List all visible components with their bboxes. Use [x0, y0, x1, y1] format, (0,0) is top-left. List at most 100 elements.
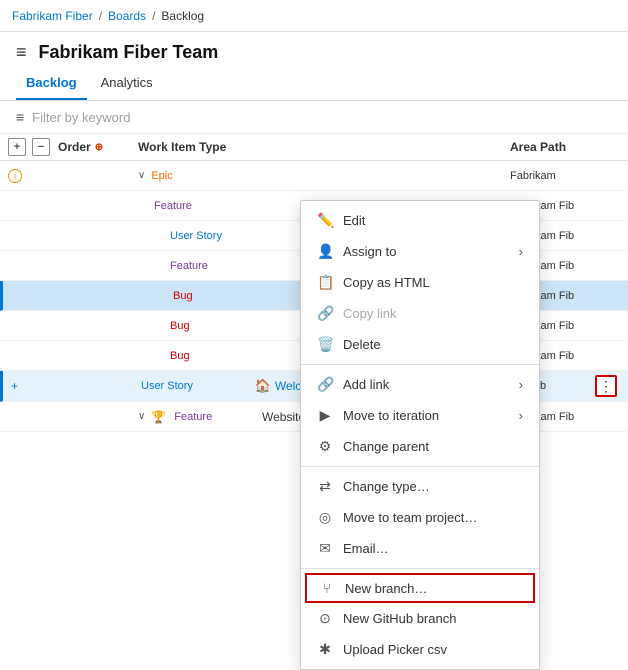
menu-label-copy-html: Copy as HTML — [343, 275, 430, 290]
wit-type-label: User Story — [141, 380, 193, 392]
row-wit-4: Feature — [170, 260, 283, 272]
menu-item-delete[interactable]: 🗑️ Delete — [301, 329, 539, 360]
context-menu-button[interactable]: ⋮ — [595, 375, 617, 397]
menu-item-change-type[interactable]: ⇄ Change type… — [301, 471, 539, 502]
edit-icon: ✏️ — [317, 212, 333, 229]
wit-type-label: User Story — [170, 230, 222, 242]
page-title: Fabrikam Fiber Team — [39, 42, 219, 63]
menu-label-copy-link: Copy link — [343, 306, 396, 321]
menu-item-change-parent[interactable]: ⚙ Change parent — [301, 431, 539, 462]
move-project-icon: ◎ — [317, 509, 333, 526]
trophy-icon: 🏆 — [151, 410, 166, 424]
order-info-icon: ⊕ — [95, 142, 103, 153]
row-area-1: Fabrikam — [510, 170, 620, 182]
wit-type-label: Feature — [154, 200, 192, 212]
filter-placeholder: Filter by keyword — [32, 110, 130, 125]
col-header-area: Area Path — [510, 140, 620, 154]
menu-label-add-link: Add link — [343, 377, 389, 392]
menu-divider-3 — [301, 568, 539, 569]
wit-type-label: Bug — [170, 350, 190, 362]
remove-row-button[interactable]: − — [32, 138, 50, 156]
menu-item-edit[interactable]: ✏️ Edit — [301, 205, 539, 236]
tab-bar: Backlog Analytics — [0, 69, 628, 101]
context-menu: ✏️ Edit 👤 Assign to › 📋 Copy as HTML 🔗 C… — [300, 200, 540, 670]
row-wit-9: ∨ 🏆 Feature — [138, 410, 262, 424]
wit-type-label: Feature — [170, 260, 208, 272]
menu-label-new-github: New GitHub branch — [343, 611, 456, 626]
title-icon: 🏠 — [255, 378, 271, 394]
menu-label-move-iteration: Move to iteration — [343, 408, 439, 423]
add-link-icon: 🔗 — [317, 376, 333, 393]
breadcrumb-sep1: / — [99, 9, 102, 23]
menu-item-new-branch[interactable]: ⑂ New branch… — [305, 573, 535, 603]
wit-type-label: Bug — [173, 290, 193, 302]
tab-backlog[interactable]: Backlog — [16, 69, 87, 100]
arrow-icon: › — [519, 408, 523, 423]
menu-label-delete: Delete — [343, 337, 381, 352]
table-row: i ∨ Epic Fabrikam — [0, 161, 628, 191]
filter-bar: ≡ Filter by keyword — [0, 101, 628, 134]
menu-label-change-type: Change type… — [343, 479, 430, 494]
wit-type-label: Epic — [151, 170, 172, 182]
menu-label-change-parent: Change parent — [343, 439, 429, 454]
menu-item-new-github[interactable]: ⊙ New GitHub branch — [301, 603, 539, 634]
table-header: + − Order ⊕ Work Item Type Area Path — [0, 134, 628, 161]
menu-label-email: Email… — [343, 541, 389, 556]
menu-divider-1 — [301, 364, 539, 365]
chevron-icon[interactable]: ∨ — [138, 411, 145, 422]
menu-item-move-project[interactable]: ◎ Move to team project… — [301, 502, 539, 533]
wit-type-label: Feature — [174, 411, 212, 423]
row-wit-7: Bug — [170, 350, 283, 362]
row-expand-1: i — [8, 169, 58, 183]
email-icon: ✉ — [317, 540, 333, 557]
menu-item-copy-html[interactable]: 📋 Copy as HTML — [301, 267, 539, 298]
wit-type-label: Bug — [170, 320, 190, 332]
menu-label-new-branch: New branch… — [345, 581, 427, 596]
page-header: ≡ Fabrikam Fiber Team — [0, 32, 628, 69]
github-icon: ⊙ — [317, 610, 333, 627]
arrow-icon: › — [519, 244, 523, 259]
add-row-button[interactable]: + — [8, 138, 26, 156]
row-wit-2: Feature — [154, 200, 273, 212]
menu-label-upload-picker: Upload Picker csv — [343, 642, 447, 657]
branch-icon: ⑂ — [319, 580, 335, 596]
menu-label-move-project: Move to team project… — [343, 510, 477, 525]
col-header-wit: Work Item Type — [138, 140, 262, 154]
breadcrumb-current: Backlog — [161, 9, 204, 23]
row-wit-5: Bug — [173, 290, 285, 302]
menu-item-email[interactable]: ✉ Email… — [301, 533, 539, 564]
menu-label-assign: Assign to — [343, 244, 396, 259]
col-header-expand: + − — [8, 138, 58, 156]
row-wit-3: User Story — [170, 230, 283, 242]
change-parent-icon: ⚙ — [317, 438, 333, 455]
change-type-icon: ⇄ — [317, 478, 333, 495]
link-icon: 🔗 — [317, 305, 333, 322]
copy-icon: 📋 — [317, 274, 333, 291]
menu-item-add-link[interactable]: 🔗 Add link › — [301, 369, 539, 400]
info-icon: i — [8, 169, 22, 183]
col-header-order: Order ⊕ — [58, 140, 138, 154]
menu-item-upload-picker[interactable]: ✱ Upload Picker csv — [301, 634, 539, 665]
menu-item-move-iteration[interactable]: ▶ Move to iteration › — [301, 400, 539, 431]
menu-item-copy-link: 🔗 Copy link — [301, 298, 539, 329]
breadcrumb-boards[interactable]: Boards — [108, 9, 146, 23]
filter-icon: ≡ — [16, 109, 24, 125]
trash-icon: 🗑️ — [317, 336, 333, 353]
row-actions-8: ⋮ — [592, 375, 620, 397]
add-child-button[interactable]: + — [11, 379, 18, 393]
move-icon: ▶ — [317, 407, 333, 424]
person-icon: 👤 — [317, 243, 333, 260]
arrow-icon: › — [519, 377, 523, 392]
row-wit-6: Bug — [170, 320, 283, 332]
hamburger-menu-icon[interactable]: ≡ — [16, 42, 27, 63]
row-wit-1: ∨ Epic — [138, 170, 262, 182]
menu-item-assign-to[interactable]: 👤 Assign to › — [301, 236, 539, 267]
breadcrumb-sep2: / — [152, 9, 155, 23]
row-expand-8: + — [11, 379, 61, 393]
tab-analytics[interactable]: Analytics — [91, 69, 163, 100]
menu-label-edit: Edit — [343, 213, 365, 228]
menu-divider-2 — [301, 466, 539, 467]
breadcrumb-fabrikam[interactable]: Fabrikam Fiber — [12, 9, 93, 23]
row-wit-8: User Story — [141, 380, 255, 392]
chevron-icon[interactable]: ∨ — [138, 170, 145, 181]
